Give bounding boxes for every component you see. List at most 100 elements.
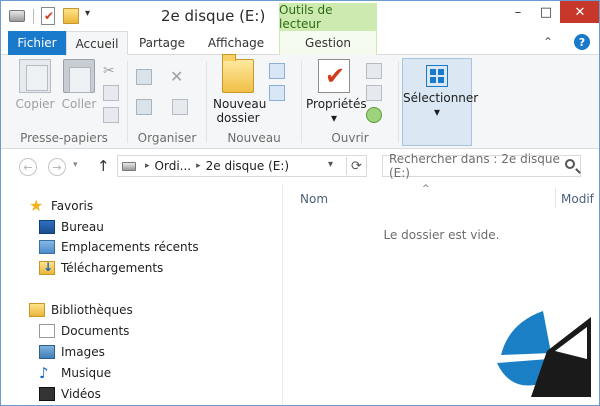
properties-icon[interactable]	[41, 7, 55, 25]
breadcrumb-chevron-icon[interactable]: ▸	[196, 161, 201, 171]
copy-path-icon[interactable]	[103, 85, 119, 101]
music-icon: ♪	[39, 364, 49, 382]
copy-to-icon[interactable]	[136, 99, 152, 115]
group-label-presse-papiers: Presse-papiers	[20, 131, 108, 145]
group-nouveau: Nouveau dossier Nouveau	[207, 54, 301, 149]
sort-indicator-icon: ^	[422, 184, 430, 194]
delete-icon[interactable]: ✕	[170, 67, 186, 86]
minimize-button[interactable]: –	[504, 1, 532, 23]
recent-locations-icon[interactable]: ▾	[73, 160, 78, 170]
select-grid-icon	[426, 65, 448, 87]
forward-button[interactable]: →	[48, 158, 66, 176]
new-folder-icon[interactable]	[63, 8, 79, 24]
tab-fichier[interactable]: Fichier	[8, 31, 66, 55]
downloads-icon	[39, 260, 55, 275]
quick-access-dropdown-icon[interactable]: ▾	[85, 8, 90, 19]
properties-icon	[318, 59, 350, 93]
maximize-button[interactable]: □	[532, 1, 560, 23]
tree-item-bureau[interactable]: Bureau	[39, 217, 104, 237]
selectionner-dropdown-icon: ▾	[433, 105, 441, 119]
context-tab-label: Outils de lecteur	[279, 3, 377, 31]
nouveau-dossier-label-2: dossier	[216, 111, 260, 125]
copy-icon	[19, 59, 51, 93]
title-bar: ▾ 2e disque (E:) Outils de lecteur – □ ✕	[1, 1, 599, 31]
new-item-icon[interactable]	[269, 63, 285, 79]
tab-affichage[interactable]: Affichage	[199, 31, 273, 55]
tree-label: Images	[61, 345, 105, 359]
search-icon[interactable]	[565, 159, 575, 169]
drive-icon	[122, 161, 136, 171]
navigation-pane: ★ Favoris Bureau Emplacements récents Té…	[1, 184, 283, 405]
tree-item-musique[interactable]: ♪ Musique	[39, 363, 111, 383]
column-header-modif[interactable]: Modif	[561, 192, 594, 206]
coller-label: Coller	[61, 97, 97, 111]
selectionner-inner: Sélectionner ▾	[403, 65, 478, 119]
tree-item-recent[interactable]: Emplacements récents	[39, 237, 199, 257]
videos-icon	[39, 387, 55, 401]
tab-partage[interactable]: Partage	[131, 31, 193, 55]
tree-item-videos[interactable]: Vidéos	[39, 384, 101, 404]
images-icon	[39, 345, 55, 359]
tree-label: Emplacements récents	[61, 240, 199, 254]
column-header-nom[interactable]: Nom	[300, 192, 328, 206]
tree-item-documents[interactable]: Documents	[39, 321, 129, 341]
column-separator[interactable]	[555, 188, 556, 208]
back-button[interactable]: ←	[19, 158, 37, 176]
tree-item-downloads[interactable]: Téléchargements	[39, 258, 163, 278]
recent-places-icon	[39, 240, 55, 254]
ribbon-tab-bar: Fichier Accueil Partage Affichage Gestio…	[1, 31, 599, 56]
tree-label: Documents	[61, 324, 130, 338]
group-label-ouvrir: Ouvrir	[331, 131, 369, 145]
nouveau-dossier-button[interactable]: Nouveau dossier	[213, 54, 267, 125]
window-title: 2e disque (E:)	[161, 7, 266, 25]
breadcrumb-ordinateur[interactable]: Ordi...	[155, 159, 192, 173]
move-to-icon[interactable]	[136, 69, 152, 85]
explorer-window: ▾ 2e disque (E:) Outils de lecteur – □ ✕…	[0, 0, 600, 406]
easy-access-icon[interactable]	[269, 85, 285, 101]
nouveau-dossier-label-1: Nouveau	[213, 97, 267, 111]
tab-accueil[interactable]: Accueil	[66, 31, 128, 56]
tree-item-images[interactable]: Images	[39, 342, 105, 362]
address-dropdown-icon[interactable]: ▾	[328, 159, 333, 170]
ribbon: Copier Coller ✂ Presse-papiers ✕ Organis…	[1, 54, 599, 149]
paste-icon	[63, 59, 95, 93]
tree-label: Bureau	[61, 220, 104, 234]
selectionner-button[interactable]: Sélectionner ▾	[402, 58, 478, 146]
tab-gestion[interactable]: Gestion	[279, 31, 377, 55]
coller-button[interactable]: Coller	[59, 59, 99, 111]
proprietes-button[interactable]: Propriétés ▾	[306, 59, 367, 125]
quick-access-separator	[33, 9, 34, 24]
search-input[interactable]: Rechercher dans : 2e disque (E:)	[382, 152, 581, 180]
libraries-icon	[29, 303, 45, 317]
new-folder-icon	[222, 54, 254, 93]
group-separator	[398, 61, 399, 143]
paste-shortcut-icon[interactable]	[103, 107, 119, 123]
address-bar[interactable]: ▸ Ordi... ▸ 2e disque (E:) ▾ ⟳	[117, 155, 367, 177]
navigation-bar: ← → ▾ ↑ ▸ Ordi... ▸ 2e disque (E:) ▾ ⟳ R…	[1, 150, 599, 184]
scissors-icon[interactable]: ✂	[103, 63, 119, 79]
refresh-button[interactable]: ⟳	[346, 157, 366, 175]
history-icon[interactable]	[366, 107, 382, 123]
tree-label: Musique	[61, 366, 112, 380]
star-icon: ★	[29, 196, 44, 215]
up-button[interactable]: ↑	[97, 157, 110, 175]
ribbon-collapse-icon[interactable]: ⌃	[543, 35, 553, 49]
desktop-icon	[39, 220, 55, 234]
tree-label: Bibliothèques	[51, 303, 133, 317]
group-organiser: ✕ Organiser	[128, 55, 206, 149]
tree-label: Téléchargements	[61, 261, 164, 275]
tree-label: Favoris	[51, 199, 94, 213]
close-button[interactable]: ✕	[560, 1, 599, 23]
rename-icon[interactable]	[172, 99, 188, 115]
help-icon[interactable]: ?	[574, 34, 590, 50]
empty-folder-message: Le dossier est vide.	[383, 228, 500, 242]
copier-button[interactable]: Copier	[15, 59, 55, 111]
drive-icon	[9, 10, 25, 22]
edit-icon[interactable]	[366, 85, 382, 101]
breadcrumb-drive[interactable]: 2e disque (E:)	[206, 159, 289, 173]
tree-bibliotheques[interactable]: Bibliothèques	[29, 300, 133, 320]
watermark-logo	[497, 311, 591, 397]
open-icon[interactable]	[366, 63, 382, 79]
tree-favoris[interactable]: ★ Favoris	[29, 196, 93, 216]
breadcrumb-chevron-icon[interactable]: ▸	[145, 161, 150, 171]
